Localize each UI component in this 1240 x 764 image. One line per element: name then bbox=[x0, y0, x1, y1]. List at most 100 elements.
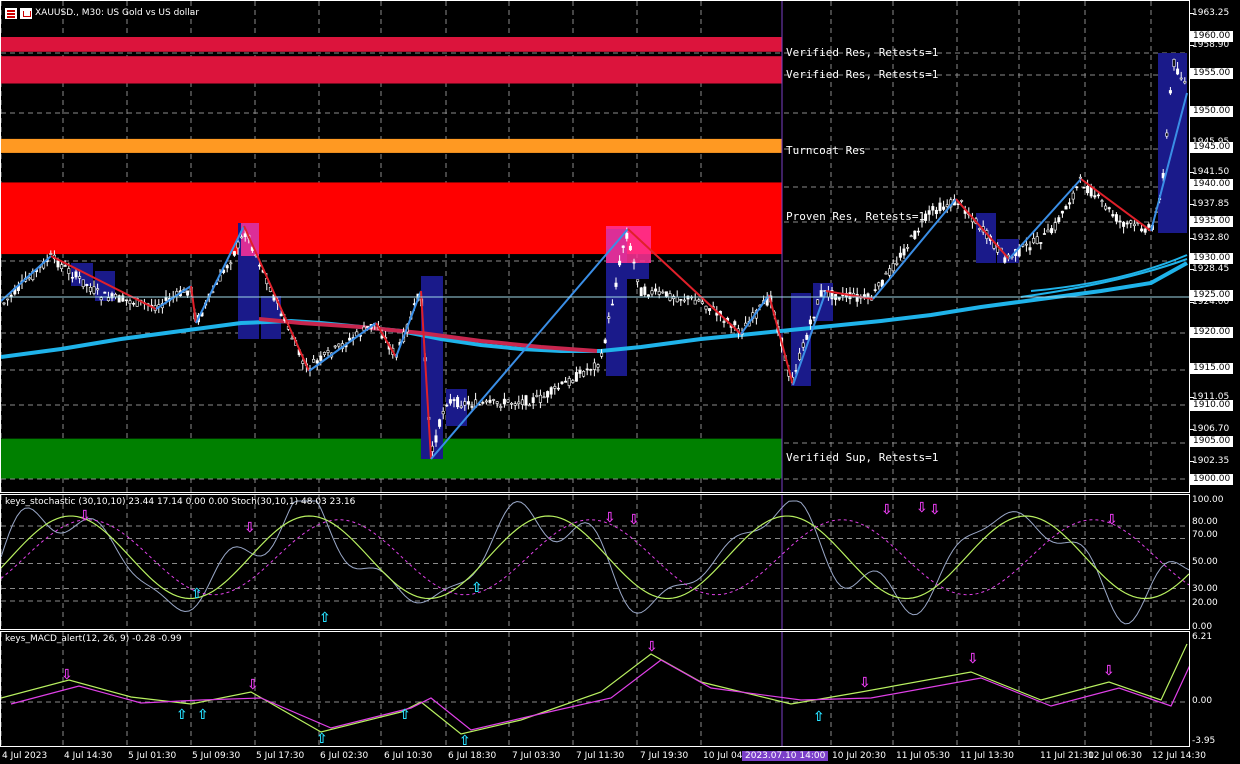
candle-body bbox=[441, 411, 445, 415]
candle-body bbox=[1057, 217, 1061, 223]
candle-body bbox=[553, 386, 557, 389]
candle-body bbox=[819, 290, 823, 297]
candle-body bbox=[1118, 220, 1122, 223]
candle-body bbox=[808, 319, 812, 325]
candle-body bbox=[603, 339, 607, 344]
candle-body bbox=[445, 404, 449, 407]
sell-arrow-icon: ⇩ bbox=[859, 675, 871, 691]
candle-body bbox=[49, 253, 53, 255]
candle-body bbox=[898, 252, 902, 258]
candle-body bbox=[502, 398, 506, 405]
zone-label: Proven Res, Retests=1 bbox=[786, 210, 926, 223]
candle-body bbox=[499, 406, 503, 408]
candle-body bbox=[607, 316, 611, 319]
candle-body bbox=[484, 400, 488, 403]
candle-body bbox=[805, 334, 809, 340]
sell-arrow-icon: ⇩ bbox=[881, 502, 893, 518]
time-label: 11 Jul 21:30 bbox=[1040, 751, 1094, 761]
candle-body bbox=[63, 265, 67, 267]
candle-body bbox=[646, 294, 650, 298]
candle-body bbox=[1122, 221, 1126, 227]
stochastic-canvas[interactable] bbox=[1, 495, 1190, 630]
zone-label: Turncoat Res bbox=[786, 144, 866, 157]
stoch-level-label: 100.00 bbox=[1192, 495, 1224, 505]
candle-body bbox=[1024, 243, 1028, 246]
candle-body bbox=[78, 276, 82, 279]
candle-body bbox=[70, 276, 74, 279]
candle-body bbox=[312, 359, 316, 363]
candle-body bbox=[798, 352, 802, 360]
moving-average-line bbox=[1030, 254, 1188, 292]
price-label: 1935.00 bbox=[1190, 216, 1234, 227]
candle-body bbox=[488, 399, 492, 403]
buy-arrow-icon: ⇧ bbox=[471, 580, 483, 596]
candle-body bbox=[434, 435, 438, 443]
cursor-time-label: 2023.07.10 14:00 bbox=[742, 751, 829, 761]
candle-body bbox=[438, 419, 442, 427]
sell-arrow-icon: ⇩ bbox=[61, 667, 73, 683]
time-label: 5 Jul 17:30 bbox=[256, 751, 305, 761]
candle-body bbox=[333, 345, 337, 348]
zigzag-line bbox=[430, 228, 629, 460]
candle-body bbox=[873, 289, 877, 291]
chart-grid-icon[interactable] bbox=[5, 7, 17, 19]
candle-body bbox=[956, 203, 960, 206]
sr-zone bbox=[1, 138, 782, 153]
candle-body bbox=[466, 401, 470, 405]
candle-body bbox=[1147, 224, 1151, 228]
price-label: 1906.70 bbox=[1192, 424, 1230, 434]
candle-body bbox=[132, 303, 136, 305]
candle-body bbox=[837, 297, 841, 300]
candle-body bbox=[643, 286, 647, 295]
algo-trading-icon[interactable] bbox=[20, 7, 32, 19]
candle-body bbox=[945, 204, 949, 207]
candle-body bbox=[1143, 228, 1147, 233]
candle-body bbox=[1068, 202, 1072, 205]
candle-body bbox=[1172, 59, 1176, 67]
candle-body bbox=[6, 298, 10, 301]
candle-body bbox=[56, 260, 60, 268]
candle-body bbox=[664, 291, 668, 297]
macd-indicator-pane[interactable]: keys_MACD_alert(12, 26, 9) -0.28 -0.99 ⇩… bbox=[0, 631, 1190, 747]
price-label: 1937.85 bbox=[1192, 199, 1230, 209]
candle-body bbox=[1168, 90, 1172, 94]
zigzag-line bbox=[768, 294, 794, 386]
candle-body bbox=[722, 321, 726, 323]
buy-arrow-icon: ⇧ bbox=[191, 586, 203, 602]
candle-body bbox=[448, 399, 452, 404]
buy-arrow-icon: ⇧ bbox=[319, 610, 331, 626]
candle-body bbox=[106, 297, 110, 301]
price-label: 1910.00 bbox=[1190, 400, 1234, 411]
candle-body bbox=[625, 232, 629, 239]
price-label: 1900.00 bbox=[1190, 474, 1234, 485]
price-chart-pane[interactable]: XAUUSD., M30: US Gold vs US dollar Verif… bbox=[0, 0, 1190, 493]
candle-body bbox=[902, 248, 906, 256]
candle-body bbox=[942, 206, 946, 210]
candle-body bbox=[322, 352, 326, 355]
candle-body bbox=[1183, 81, 1187, 84]
candle-body bbox=[895, 262, 899, 265]
stochastic-indicator-pane[interactable]: keys_stochastic (30,10,10) 23.44 17.14 0… bbox=[0, 494, 1190, 630]
candle-body bbox=[229, 262, 233, 265]
price-chart-canvas[interactable] bbox=[1, 1, 1190, 493]
time-label: 10 Jul 20:30 bbox=[832, 751, 886, 761]
zigzag-line bbox=[740, 294, 770, 335]
candle-body bbox=[128, 300, 132, 304]
sell-arrow-icon: ⇩ bbox=[247, 677, 259, 693]
price-label: 1924.00 bbox=[1192, 297, 1230, 307]
candle-body bbox=[92, 286, 96, 294]
candle-body bbox=[585, 368, 589, 371]
candle-body bbox=[906, 247, 910, 249]
candle-body bbox=[618, 260, 622, 266]
candle-body bbox=[1096, 194, 1100, 197]
macd-canvas[interactable] bbox=[1, 632, 1190, 747]
candle-body bbox=[1176, 68, 1180, 75]
candle-body bbox=[1064, 206, 1068, 210]
time-label: 7 Jul 11:30 bbox=[576, 751, 625, 761]
candle-body bbox=[348, 337, 352, 341]
candle-body bbox=[463, 401, 467, 406]
symbol-title: XAUUSD., M30: US Gold vs US dollar bbox=[35, 8, 200, 18]
macd-signal-line bbox=[10, 659, 1189, 731]
candle-body bbox=[1060, 210, 1064, 214]
candle-body bbox=[1039, 242, 1043, 244]
